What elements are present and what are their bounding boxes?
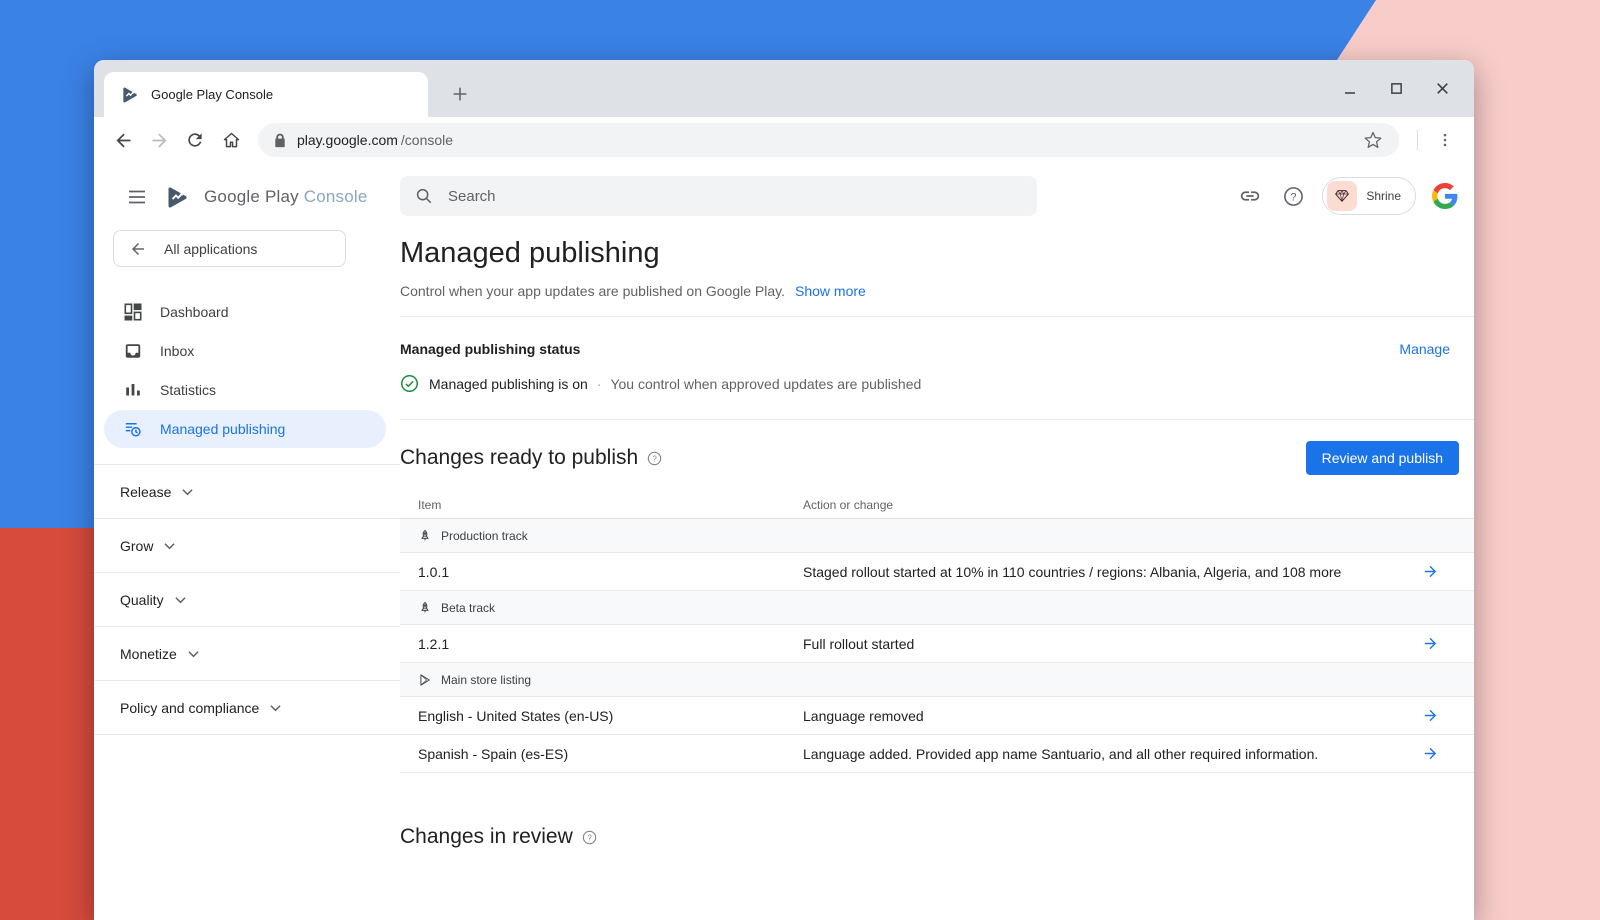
chevron-down-icon [182, 488, 193, 496]
table-header: Item Action or change [400, 491, 1474, 519]
svg-text:?: ? [1290, 191, 1296, 203]
minimize-button[interactable] [1342, 81, 1358, 97]
review-and-publish-button[interactable]: Review and publish [1306, 441, 1459, 475]
dashboard-icon [124, 303, 142, 321]
forward-button[interactable] [142, 123, 176, 157]
toolbar-divider [1417, 130, 1418, 150]
column-item: Item [400, 498, 803, 512]
manage-link[interactable]: Manage [1399, 341, 1450, 357]
managed-publishing-icon [124, 420, 142, 438]
sidebar-item-dashboard[interactable]: Dashboard [104, 293, 386, 331]
statistics-icon [124, 381, 142, 399]
url-path: /console [401, 132, 453, 148]
play-console-logo-icon [164, 184, 191, 211]
url-text: play.google.com/console [297, 132, 453, 148]
status-heading: Managed publishing status [400, 341, 580, 357]
sidebar-section-quality[interactable]: Quality [94, 573, 400, 627]
arrow-right-icon[interactable] [1422, 745, 1474, 762]
all-applications-label: All applications [164, 241, 257, 257]
close-button[interactable] [1434, 81, 1450, 97]
table-group-row: Production track [400, 519, 1474, 553]
svg-text:?: ? [652, 454, 657, 463]
show-more-link[interactable]: Show more [795, 283, 866, 299]
sidebar-item-statistics[interactable]: Statistics [104, 371, 386, 409]
rocket-icon [418, 529, 432, 543]
play-store-icon [418, 673, 432, 687]
sidebar-item-managed-publishing[interactable]: Managed publishing [104, 410, 386, 448]
divider [400, 316, 1474, 317]
browser-tab[interactable]: Google Play Console [104, 72, 428, 117]
address-bar[interactable]: play.google.com/console [258, 123, 1399, 157]
page-title: Managed publishing [400, 237, 1474, 270]
arrow-left-icon [129, 240, 147, 258]
google-account-icon[interactable] [1431, 182, 1459, 210]
lock-icon [274, 133, 286, 148]
ready-heading: Changes ready to publish ? [400, 446, 662, 470]
table-group-row: Beta track [400, 591, 1474, 625]
help-circle-icon[interactable]: ? [582, 830, 597, 845]
browser-window: Google Play Console [94, 60, 1474, 920]
sidebar-section-release[interactable]: Release [94, 465, 400, 519]
changes-table: Item Action or change Production track 1… [400, 491, 1474, 773]
tab-title: Google Play Console [151, 87, 273, 102]
search-bar[interactable] [400, 176, 1037, 216]
link-icon[interactable] [1236, 182, 1264, 210]
home-button[interactable] [214, 123, 248, 157]
shrine-gem-icon [1327, 181, 1357, 211]
help-icon[interactable]: ? [1279, 182, 1307, 210]
arrow-right-icon[interactable] [1422, 707, 1474, 724]
browser-tab-strip: Google Play Console [94, 60, 1474, 117]
all-applications-button[interactable]: All applications [113, 230, 346, 267]
browser-toolbar: play.google.com/console [94, 117, 1474, 163]
divider [400, 419, 1474, 420]
sidebar-section-grow[interactable]: Grow [94, 519, 400, 573]
status-state: Managed publishing is on [429, 376, 588, 392]
table-row[interactable]: 1.2.1 Full rollout started [400, 625, 1474, 663]
table-row[interactable]: Spanish - Spain (es-ES) Language added. … [400, 735, 1474, 773]
main-content: ? Shrine Managed publishing Control when [400, 163, 1474, 920]
table-row[interactable]: 1.0.1 Staged rollout started at 10% in 1… [400, 553, 1474, 591]
sidebar: Google Play Console All applications Das… [94, 163, 400, 920]
sidebar-section-policy[interactable]: Policy and compliance [94, 681, 400, 735]
status-description: You control when approved updates are pu… [610, 376, 921, 392]
window-controls [1342, 60, 1450, 117]
app-badge-label: Shrine [1366, 189, 1411, 203]
inbox-icon [124, 342, 142, 360]
hamburger-menu-icon[interactable] [123, 183, 151, 211]
app-switcher-badge[interactable]: Shrine [1322, 177, 1416, 215]
back-button[interactable] [106, 123, 140, 157]
reload-button[interactable] [178, 123, 212, 157]
arrow-right-icon[interactable] [1422, 635, 1474, 652]
play-console-logo-text: Google Play Console [204, 187, 368, 207]
maximize-button[interactable] [1388, 81, 1404, 97]
play-console-favicon [120, 85, 140, 105]
new-tab-button[interactable] [446, 80, 474, 108]
column-action: Action or change [803, 498, 1422, 512]
page-subtitle: Control when your app updates are publis… [400, 283, 1474, 299]
sidebar-item-inbox[interactable]: Inbox [104, 332, 386, 370]
search-input[interactable] [446, 187, 1022, 206]
sidebar-section-monetize[interactable]: Monetize [94, 627, 400, 681]
arrow-right-icon[interactable] [1422, 563, 1474, 580]
review-heading: Changes in review ? [400, 825, 597, 849]
bookmark-star-icon[interactable] [1363, 130, 1383, 150]
chevron-down-icon [175, 596, 186, 604]
search-icon [415, 187, 433, 205]
rocket-icon [418, 601, 432, 615]
svg-text:?: ? [587, 833, 592, 842]
table-group-row: Main store listing [400, 663, 1474, 697]
table-row[interactable]: English - United States (en-US) Language… [400, 697, 1474, 735]
help-circle-icon[interactable]: ? [647, 451, 662, 466]
status-separator: · [597, 376, 602, 392]
chevron-down-icon [270, 704, 281, 712]
check-circle-icon [400, 374, 419, 393]
chevron-down-icon [164, 542, 175, 550]
url-host: play.google.com [297, 132, 398, 148]
chevron-down-icon [188, 650, 199, 658]
browser-menu-icon[interactable] [1428, 123, 1462, 157]
